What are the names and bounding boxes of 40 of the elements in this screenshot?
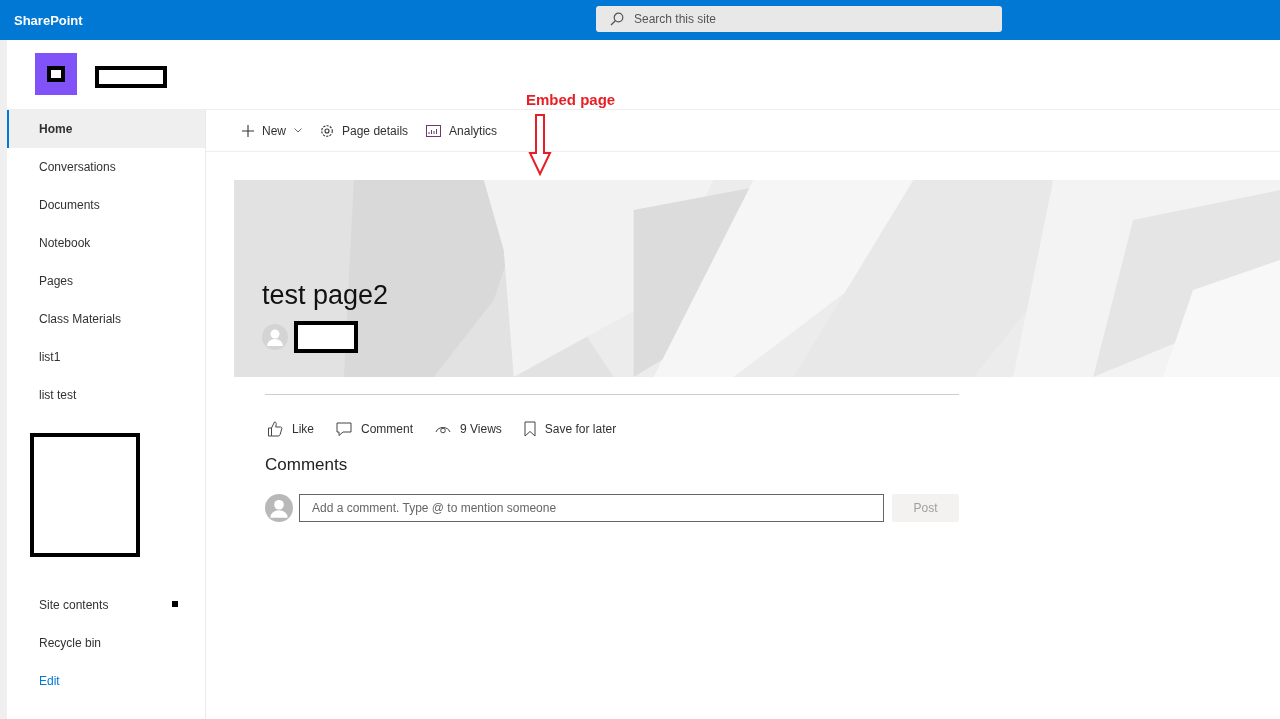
redaction-mark	[172, 601, 178, 607]
nav-item[interactable]: Home	[7, 110, 205, 148]
nav-item[interactable]: list1	[7, 338, 205, 376]
nav-item[interactable]: Pages	[7, 262, 205, 300]
edit-link[interactable]: Edit	[7, 662, 205, 700]
search-field[interactable]: Search this site	[596, 6, 1002, 32]
nav-item[interactable]: Documents	[7, 186, 205, 224]
nav-item[interactable]: Recycle bin	[7, 624, 205, 662]
settings-icon	[320, 123, 334, 138]
nav-item[interactable]: Class Materials	[7, 300, 205, 338]
action-button[interactable]: Save for later	[521, 421, 621, 437]
avatar-icon	[265, 494, 293, 522]
app-name[interactable]: SharePoint	[14, 12, 83, 28]
action-button[interactable]: 9 Views	[433, 421, 506, 437]
nav-item[interactable]: Conversations	[7, 148, 205, 186]
redaction-box	[294, 321, 358, 353]
chart-icon	[426, 124, 442, 137]
command-button[interactable]: Analytics	[420, 119, 504, 142]
page-title: test page2	[262, 280, 389, 311]
nav-item[interactable]: list test	[7, 376, 205, 414]
comments-heading: Comments	[265, 455, 349, 475]
plus-icon	[242, 124, 254, 137]
thumbs-up-icon	[267, 421, 283, 437]
eye-icon	[435, 424, 452, 434]
speech-bubble-icon	[336, 421, 352, 437]
down-arrow-icon	[527, 114, 552, 176]
comment-field[interactable]: Add a comment. Type @ to mention someone	[299, 494, 884, 522]
nav-item[interactable]: Site contents	[7, 586, 205, 624]
command-button[interactable]: New	[236, 119, 308, 142]
command-button[interactable]: Page details	[314, 119, 415, 142]
chevron-down-icon	[294, 128, 302, 133]
action-button[interactable]: Like	[265, 421, 318, 437]
nav-item[interactable]: Notebook	[7, 224, 205, 262]
site-logo[interactable]	[35, 52, 77, 95]
action-button[interactable]: Comment	[334, 421, 418, 437]
search-icon	[610, 12, 624, 26]
redaction-box	[95, 65, 167, 88]
bookmark-icon	[523, 421, 536, 437]
annotation-label: Embed page	[526, 91, 616, 108]
avatar-icon	[262, 324, 288, 350]
